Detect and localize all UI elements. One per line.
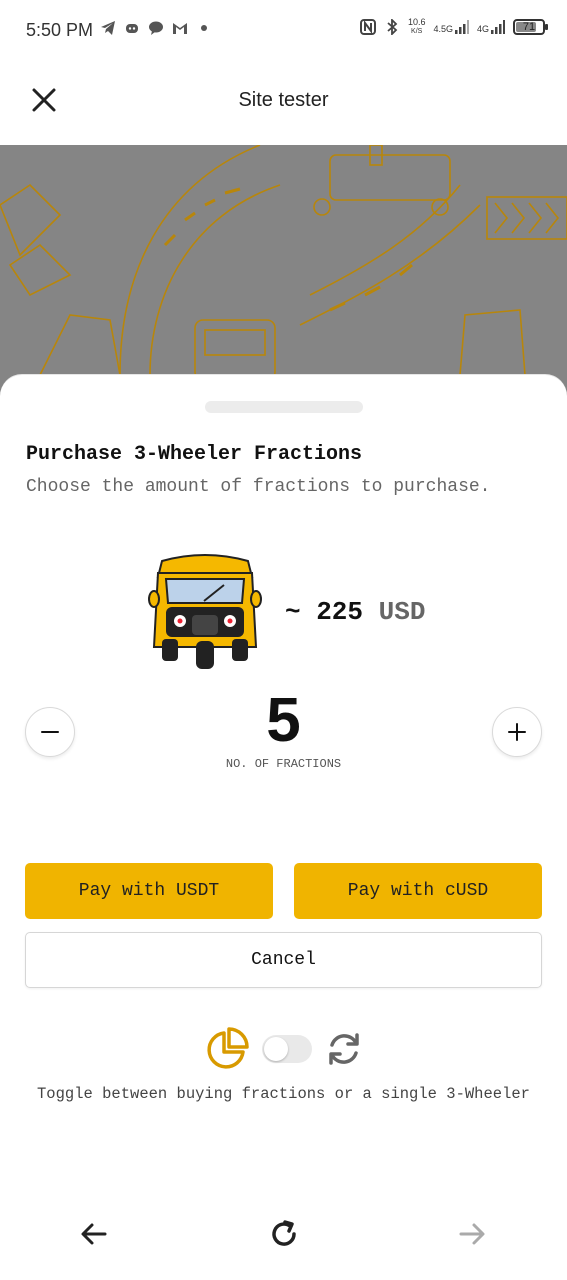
arrow-left-icon[interactable]	[78, 1218, 110, 1250]
dot-icon	[201, 25, 207, 31]
price-amount: ~ 225	[285, 597, 364, 627]
chat-bubble-icon	[149, 21, 163, 35]
telegram-icon	[101, 21, 115, 35]
plus-icon	[508, 723, 526, 741]
signal-bars-icon	[454, 20, 469, 34]
status-bar: 5:50 PM 10.6 K/S 4.5G 4G 71	[0, 0, 567, 60]
three-wheeler-image	[148, 554, 262, 669]
browser-nav-bar	[0, 1200, 567, 1280]
notification-icons	[100, 20, 212, 36]
purchase-mode-toggle-row	[0, 1025, 567, 1073]
network-type-2: 4G	[476, 24, 489, 34]
cycle-icon	[329, 1033, 359, 1065]
signal-1: 4.5G	[433, 20, 469, 34]
increment-button[interactable]	[492, 707, 542, 757]
discord-icon	[126, 24, 138, 33]
signal-bars-icon	[491, 20, 505, 34]
battery-icon: 71	[513, 19, 548, 35]
fraction-count-label: NO. OF FRACTIONS	[225, 757, 342, 771]
net-speed-value: 10.6	[407, 17, 426, 27]
status-right: 10.6 K/S 4.5G 4G 71	[359, 18, 548, 36]
status-time: 5:50 PM	[26, 20, 94, 40]
price-estimate: ~ 225 USD	[285, 597, 425, 627]
sheet-title: Purchase 3-Wheeler Fractions	[26, 443, 363, 466]
signal-2: 4G	[477, 20, 505, 34]
toggle-caption: Toggle between buying fractions or a sin…	[37, 1085, 530, 1103]
arrow-right-icon[interactable]	[456, 1218, 488, 1250]
page-title: Site tester	[238, 89, 329, 111]
fraction-count: 5	[266, 686, 301, 755]
sheet-subtitle: Choose the amount of fractions to purcha…	[26, 477, 491, 497]
pie-chart-icon	[207, 1027, 249, 1069]
gmail-icon	[173, 23, 187, 34]
net-speed: 10.6 K/S	[408, 18, 426, 36]
pay-usdt-button[interactable]: Pay with USDT	[25, 863, 273, 919]
nfc-icon	[359, 19, 376, 35]
pay-cusd-button[interactable]: Pay with cUSD	[294, 863, 542, 919]
switch-knob	[264, 1037, 288, 1061]
drag-handle[interactable]	[205, 401, 363, 413]
net-speed-unit: K/S	[411, 28, 423, 35]
cancel-button[interactable]: Cancel	[25, 932, 542, 988]
background-illustration	[0, 145, 567, 405]
price-currency: USD	[378, 597, 426, 627]
network-type-1: 4.5G	[433, 24, 453, 34]
bluetooth-icon	[387, 19, 398, 35]
battery-level: 71	[522, 21, 536, 33]
road-pattern-illustration	[0, 145, 567, 381]
reload-icon[interactable]	[268, 1218, 300, 1250]
purchase-sheet: Purchase 3-Wheeler Fractions Choose the …	[0, 374, 567, 1204]
app-header: Site tester	[0, 60, 567, 145]
fraction-mode-switch[interactable]	[262, 1035, 312, 1063]
